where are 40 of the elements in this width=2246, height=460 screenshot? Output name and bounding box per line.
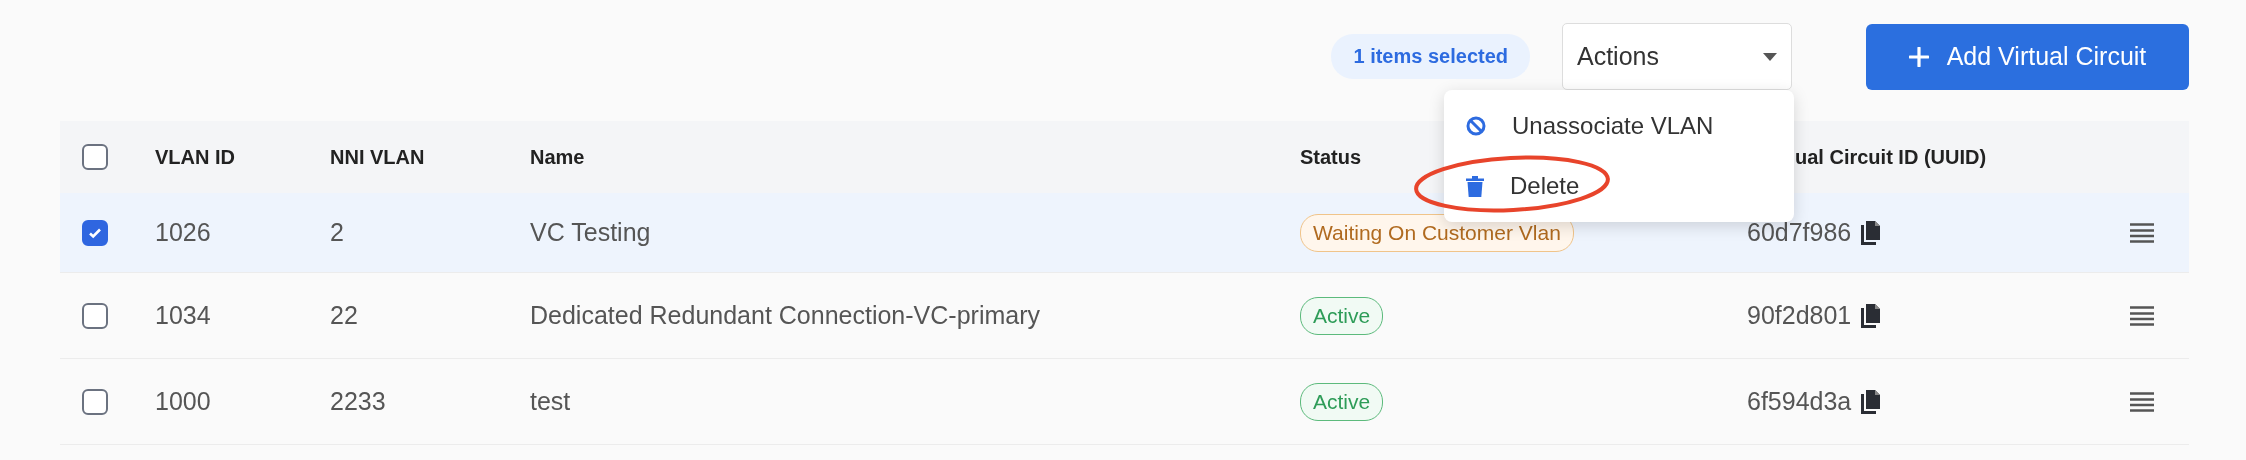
menu-item[interactable]: Unassociate VLAN [1444,96,1794,156]
table-cell: 2233 [330,387,386,415]
copy-icon[interactable] [1861,389,1882,414]
menu-icon[interactable] [2130,305,2154,326]
table-cell: 1026 [155,218,211,246]
table-cell: 90f2d801 [1747,301,1852,330]
copy-icon[interactable] [1861,303,1882,328]
table-cell: 1034 [155,301,211,329]
column-header: VLAN ID [155,145,235,168]
prohibited-icon [1466,116,1486,136]
actions-dropdown[interactable]: Actions [1562,23,1792,90]
row-checkbox[interactable] [82,302,108,329]
column-header: Status [1300,145,1362,168]
menu-icon[interactable] [2130,222,2154,243]
column-header: NNI VLAN [330,145,425,168]
menu-icon[interactable] [2130,391,2154,412]
table-cell: 2 [330,218,344,246]
table-cell: Dedicated Redundant Connection-VC-primary [530,301,1040,329]
copy-icon[interactable] [1861,220,1882,245]
row-checkbox[interactable] [82,388,108,415]
table-cell: 60d7f986 [1747,218,1852,247]
status-badge: Active [1300,382,1384,421]
table-cell: 22 [330,301,358,329]
plus-icon [1908,46,1929,67]
table-cell: 1000 [155,387,211,415]
column-header: ual Circuit ID (UUID) [1794,145,1987,168]
select-all-checkbox[interactable] [82,144,108,170]
table-row[interactable]: 1000 2233 test Active 6f594d3a [60,359,2189,445]
caret-icon [1763,52,1777,61]
selection-count-badge: 1 items selected [1331,34,1530,79]
table-row[interactable]: 1026 2 VC Testing Waiting On Customer Vlan 60d7f986 [60,193,2189,273]
table-cell: VC Testing [530,218,651,246]
add-virtual-circuit-button[interactable]: Add Virtual Circuit [1866,23,2189,90]
column-header: Name [530,145,585,168]
trash-icon [1466,175,1484,197]
row-checkbox[interactable] [82,219,108,246]
table-cell: test [530,387,571,415]
table-row[interactable]: 1034 22 Dedicated Redundant Connection-VC-primary Active 90f2d801 [60,273,2189,359]
table-cell: 6f594d3a [1747,387,1852,416]
status-badge: Active [1300,296,1384,335]
